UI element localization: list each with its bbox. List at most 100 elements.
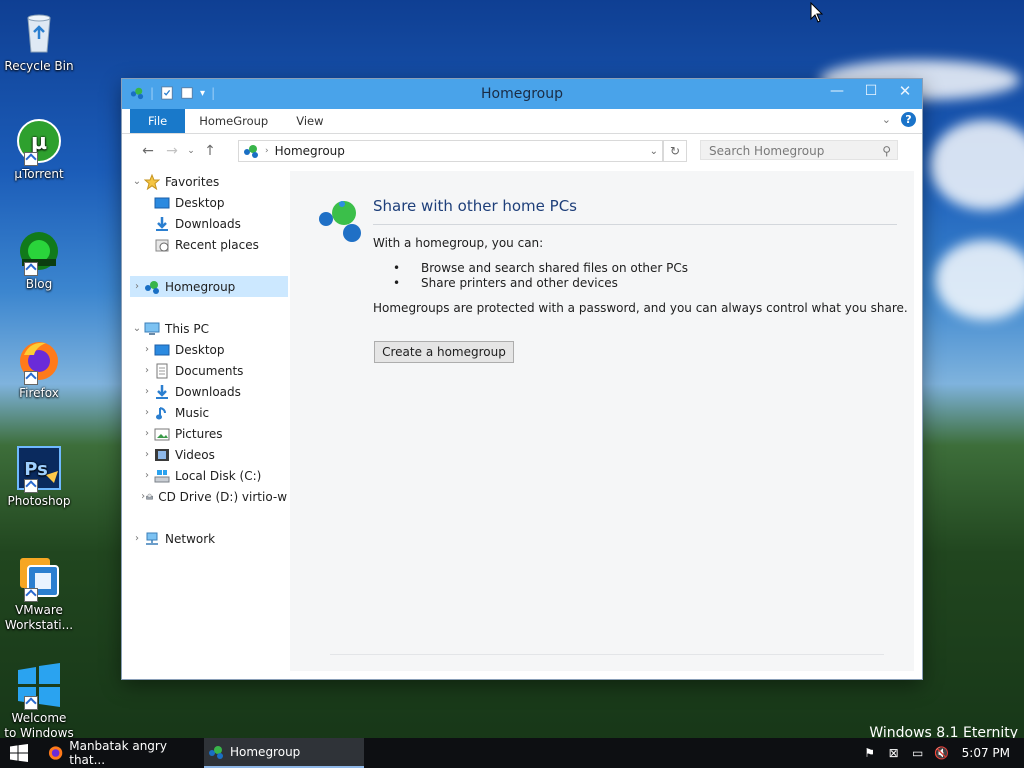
minimize-button[interactable]: —: [820, 79, 854, 105]
network-icon[interactable]: ▭: [910, 745, 926, 761]
taskbar-item-homegroup[interactable]: Homegroup: [204, 738, 364, 768]
nav-item-pc-downloads[interactable]: › Downloads: [130, 381, 288, 402]
nav-item-recent-places[interactable]: Recent places: [130, 234, 288, 255]
search-input[interactable]: Search Homegroup ⚲: [700, 140, 898, 160]
expand-chevron-icon[interactable]: ›: [130, 281, 144, 292]
nav-item-documents[interactable]: › Documents: [130, 360, 288, 381]
nav-item-desktop[interactable]: Desktop: [130, 192, 288, 213]
content-area: ⌄ Favorites Desktop Downloads Recent pla…: [130, 171, 914, 671]
nav-item-this-pc[interactable]: ⌄ This PC: [130, 318, 288, 339]
nav-item-label: Documents: [175, 363, 244, 378]
desktop-icon-vmware[interactable]: VMware Workstati...: [4, 554, 74, 633]
blog-icon: [16, 228, 62, 276]
cloud: [935, 240, 1024, 320]
tab-homegroup[interactable]: HomeGroup: [185, 109, 282, 133]
back-button[interactable]: ←: [136, 143, 160, 159]
desktop-icon: [154, 197, 170, 208]
shortcut-arrow-icon: [24, 371, 38, 385]
taskbar-item-label: Homegroup: [230, 745, 301, 759]
password-note: Homegroups are protected with a password…: [373, 301, 908, 315]
expand-chevron-icon[interactable]: ›: [140, 386, 154, 397]
breadcrumb-separator-icon[interactable]: ›: [265, 146, 269, 156]
nav-item-network[interactable]: › Network: [130, 528, 288, 549]
desktop-icon: [154, 344, 170, 355]
nav-item-pictures[interactable]: › Pictures: [130, 423, 288, 444]
action-center-icon[interactable]: ⚑: [862, 745, 878, 761]
desktop-icon-photoshop[interactable]: Ps Photoshop: [4, 445, 74, 509]
expand-chevron-icon[interactable]: ›: [130, 533, 144, 544]
breadcrumb-homegroup[interactable]: Homegroup: [275, 144, 345, 158]
create-homegroup-button[interactable]: Create a homegroup: [374, 341, 514, 363]
nav-item-label: Music: [175, 405, 210, 420]
nav-item-label: Favorites: [165, 174, 220, 189]
recent-places-icon: [155, 239, 169, 251]
svg-text:Ps: Ps: [24, 459, 48, 480]
bullet-text: Browse and search shared files on other …: [421, 261, 689, 275]
homegroup-icon: [244, 145, 258, 158]
expand-chevron-icon[interactable]: ›: [140, 365, 154, 376]
nav-item-pc-desktop[interactable]: › Desktop: [130, 339, 288, 360]
star-icon: [144, 173, 160, 190]
title-bar[interactable]: | ▾ | Homegroup — ☐ ✕: [122, 79, 922, 109]
recycle-bin-icon: [16, 10, 62, 56]
recent-locations-chevron-icon[interactable]: ⌄: [184, 146, 198, 156]
desktop-icon-label: µTorrent: [14, 167, 64, 181]
section-heading: Share with other home PCs: [373, 197, 578, 215]
shortcut-arrow-icon: [24, 588, 38, 602]
desktop-icon-blog[interactable]: Blog: [4, 228, 74, 292]
help-icon[interactable]: ?: [901, 112, 916, 127]
expand-chevron-icon[interactable]: ›: [140, 344, 154, 355]
expand-chevron-icon[interactable]: ›: [140, 428, 154, 439]
volume-muted-icon[interactable]: 🔇: [934, 745, 950, 761]
taskbar-item-firefox[interactable]: Manbatak angry that...: [44, 738, 200, 768]
nav-item-local-disk[interactable]: › Local Disk (C:): [130, 465, 288, 486]
up-button[interactable]: ↑: [198, 143, 222, 159]
start-button[interactable]: [0, 738, 40, 768]
close-button[interactable]: ✕: [888, 79, 922, 105]
nav-item-downloads[interactable]: Downloads: [130, 213, 288, 234]
expand-chevron-icon[interactable]: ›: [140, 407, 154, 418]
expand-ribbon-chevron-icon[interactable]: ⌄: [882, 113, 891, 126]
bullet-dot: •: [393, 261, 401, 275]
shortcut-arrow-icon: [24, 479, 38, 493]
nav-item-homegroup[interactable]: › Homegroup: [130, 276, 288, 297]
address-bar[interactable]: › Homegroup ⌄: [238, 140, 663, 162]
windows-start-icon: [10, 744, 28, 762]
clock[interactable]: 5:07 PM: [962, 746, 1010, 760]
desktop-icon-firefox[interactable]: Firefox: [4, 337, 74, 401]
forward-button[interactable]: →: [160, 143, 184, 159]
bottom-divider: [330, 654, 884, 655]
nav-item-label: This PC: [165, 321, 209, 336]
address-row: ← → ⌄ ↑ › Homegroup ⌄ ↻ Search Homegroup…: [122, 134, 922, 168]
maximize-button[interactable]: ☐: [854, 79, 888, 105]
desktop-icon-utorrent[interactable]: µ µTorrent: [4, 118, 74, 182]
downloads-icon: [156, 384, 168, 399]
mouse-cursor-icon: [810, 2, 824, 23]
windows-logo-icon: [16, 662, 62, 710]
refresh-button[interactable]: ↻: [663, 140, 687, 162]
nav-item-videos[interactable]: › Videos: [130, 444, 288, 465]
shortcut-arrow-icon: [24, 696, 38, 710]
network-error-icon[interactable]: ⊠: [886, 745, 902, 761]
bullet-item: • Browse and search shared files on other…: [393, 261, 688, 275]
videos-icon: [155, 448, 169, 461]
desktop-icon-recycle-bin[interactable]: Recycle Bin: [4, 10, 74, 74]
nav-item-favorites[interactable]: ⌄ Favorites: [130, 171, 288, 192]
collapse-chevron-icon[interactable]: ⌄: [130, 323, 144, 334]
system-tray: ⚑ ⊠ ▭ 🔇 5:07 PM: [862, 738, 1024, 768]
computer-icon: [144, 322, 160, 335]
nav-item-cd-drive[interactable]: › CD Drive (D:) virtio-win: [130, 486, 288, 507]
tab-file[interactable]: File: [130, 109, 186, 133]
tab-view[interactable]: View: [282, 109, 337, 133]
desktop-icon-label: Blog: [25, 277, 53, 291]
collapse-chevron-icon[interactable]: ⌄: [130, 176, 144, 187]
search-placeholder: Search Homegroup: [709, 144, 825, 158]
expand-chevron-icon[interactable]: ›: [140, 470, 154, 481]
address-dropdown-icon[interactable]: ⌄: [650, 146, 658, 157]
expand-chevron-icon[interactable]: ›: [140, 449, 154, 460]
nav-item-music[interactable]: › Music: [130, 402, 288, 423]
nav-item-label: Network: [165, 531, 216, 546]
firefox-icon: [16, 337, 62, 385]
navigation-pane[interactable]: ⌄ Favorites Desktop Downloads Recent pla…: [130, 171, 288, 671]
bullet-dot: •: [393, 276, 401, 290]
